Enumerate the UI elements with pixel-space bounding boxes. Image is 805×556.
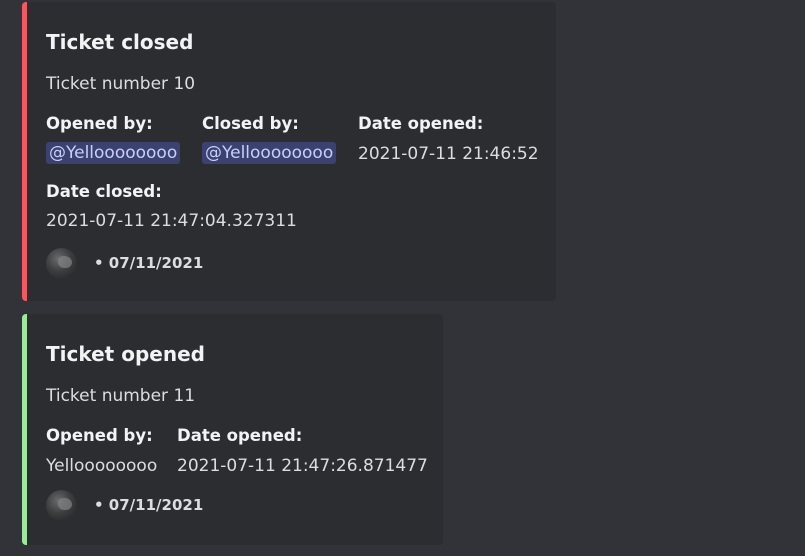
user-mention[interactable]: @Yelloooooooo xyxy=(46,142,181,164)
field-name-date-closed: Date closed: xyxy=(46,182,162,201)
field-value-opened-by: Yelloooooooo xyxy=(46,456,158,476)
embed-title: Ticket opened xyxy=(46,342,205,366)
field-name-date-opened: Date opened: xyxy=(358,114,484,133)
field-name-opened-by: Opened by: xyxy=(46,114,153,133)
field-value-opened-by: @Yelloooooooo xyxy=(46,142,181,164)
footer-timestamp: • 07/11/2021 xyxy=(94,254,204,272)
ticket-opened-embed: Ticket opened Ticket number 11 Opened by… xyxy=(22,314,443,545)
field-name-opened-by: Opened by: xyxy=(46,426,153,445)
footer-timestamp: • 07/11/2021 xyxy=(94,496,204,514)
embed-description: Ticket number 10 xyxy=(46,74,196,94)
field-name-date-opened: Date opened: xyxy=(177,426,303,445)
field-value-date-closed: 2021-07-11 21:47:04.327311 xyxy=(46,211,297,231)
avatar-icon[interactable] xyxy=(46,248,77,279)
avatar-icon[interactable] xyxy=(46,490,77,521)
field-value-date-opened: 2021-07-11 21:47:26.871477 xyxy=(177,456,428,476)
embed-title: Ticket closed xyxy=(46,30,194,54)
field-name-closed-by: Closed by: xyxy=(202,114,299,133)
embed-description: Ticket number 11 xyxy=(46,386,196,406)
user-mention[interactable]: @Yelloooooooo xyxy=(202,142,337,164)
field-value-closed-by: @Yelloooooooo xyxy=(202,142,337,164)
ticket-closed-embed: Ticket closed Ticket number 10 Opened by… xyxy=(22,2,556,301)
field-value-date-opened: 2021-07-11 21:46:52 xyxy=(358,144,539,164)
